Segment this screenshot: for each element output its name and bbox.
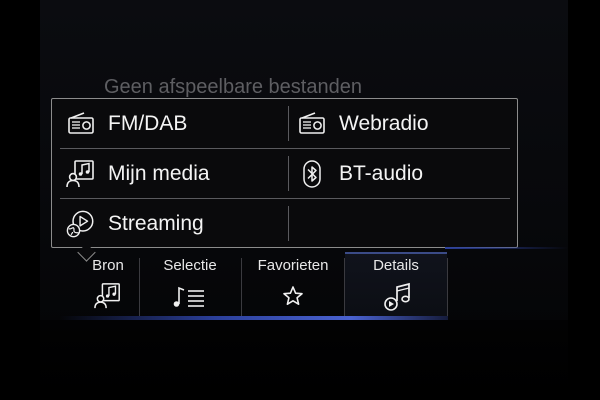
tab-separator: [447, 258, 448, 316]
tab-favorieten[interactable]: Favorieten: [242, 252, 344, 316]
source-mijn-media-label: Mijn media: [108, 161, 210, 185]
radio-icon: [66, 109, 96, 139]
tab-details-label: Details: [373, 257, 419, 274]
source-menu-popup: FM/DAB Webradio Mijn media BT-audio Stre…: [51, 98, 518, 248]
star-icon: [279, 282, 307, 310]
no-playable-files-message: Geen afspeelbare bestanden: [104, 76, 362, 98]
source-streaming[interactable]: Streaming: [66, 199, 204, 248]
media-user-icon: [94, 282, 122, 310]
source-streaming-label: Streaming: [108, 211, 204, 235]
bluetooth-icon: [297, 159, 327, 189]
source-fm-dab-label: FM/DAB: [108, 111, 188, 135]
divider: [288, 206, 289, 241]
source-mijn-media[interactable]: Mijn media: [66, 149, 210, 198]
tab-selectie-label: Selectie: [163, 257, 217, 274]
source-webradio[interactable]: Webradio: [297, 99, 429, 148]
streaming-icon: [66, 209, 96, 239]
music-note-icon: [382, 282, 410, 311]
source-bt-audio-label: BT-audio: [339, 161, 424, 185]
radio-icon: [297, 109, 327, 139]
screen-bezel: [40, 320, 568, 400]
source-bt-audio[interactable]: BT-audio: [297, 149, 423, 198]
tab-details[interactable]: Details: [345, 252, 447, 316]
divider: [288, 156, 289, 191]
media-tab-bar: Bron Selectie Favorieten Details: [57, 252, 448, 316]
source-fm-dab[interactable]: FM/DAB: [66, 99, 187, 148]
divider: [288, 106, 289, 141]
accent-glow: [60, 316, 448, 320]
source-webradio-label: Webradio: [339, 111, 429, 135]
tab-favorieten-label: Favorieten: [257, 257, 329, 274]
accent-glow: [445, 247, 568, 249]
media-user-icon: [66, 159, 96, 189]
playlist-icon: [173, 282, 204, 310]
tab-selectie[interactable]: Selectie: [139, 252, 241, 316]
